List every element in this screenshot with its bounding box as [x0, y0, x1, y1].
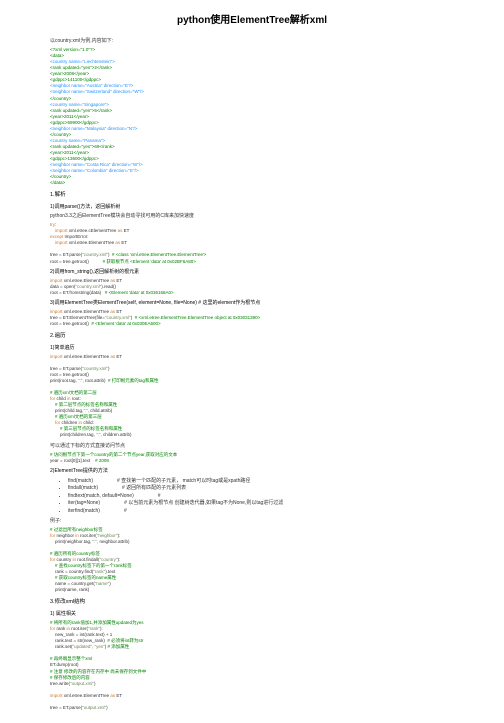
section-3a: 1) 属性相关: [50, 611, 454, 618]
section-1: 1.解析: [50, 192, 454, 200]
section-2: 2.遍历: [50, 333, 454, 341]
section-1a: 1)调用parse()方法，返回解析树: [50, 204, 454, 211]
method-list: find(match)# 查找第一个匹配的子元素， match可以时tag或是x…: [68, 478, 454, 515]
note-1a: python3.3之后ElementTree模块会自动寻找可用的C库来加快速度: [50, 213, 454, 220]
code-6: # 过滤出所有neighbor标签 for neighbor in root.i…: [50, 527, 454, 594]
code-5: # 访问根节点下第一个country的第二个节点year,获取对应的文本 yea…: [50, 452, 454, 464]
section-2b: 可以通过下标的方式直接访问节点: [50, 443, 454, 450]
code-2: import xml.etree.ElementTree as ET data …: [50, 278, 454, 296]
example-label: 例子:: [50, 518, 454, 525]
intro-text: 以country.xml为例,内容如下:: [50, 38, 454, 45]
code-3: import xml.etree.ElementTree as ET tree …: [50, 309, 454, 327]
section-1b: 2)调用from_string(),返回解析树的根元素: [50, 269, 454, 276]
code-7: # 将所有的rank值加1,并添加属性updated为yes for rank …: [50, 620, 454, 711]
code-4: import xml.etree.ElementTree as ET tree …: [50, 354, 454, 439]
code-1: try: import xml.etree.cElementTree as ET…: [50, 222, 454, 264]
xml-sample: <?xml version="1.0"?> <data> <country na…: [50, 47, 454, 186]
section-2c: 2)ElementTree提供的方法: [50, 468, 454, 475]
page-title: python使用ElementTree解析xml: [50, 14, 454, 28]
section-2a: 1)简单遍历: [50, 345, 454, 352]
section-1c: 3)调用ElementTree类ElementTree(self, elemen…: [50, 300, 454, 307]
section-3: 3.修改xml结构: [50, 599, 454, 607]
